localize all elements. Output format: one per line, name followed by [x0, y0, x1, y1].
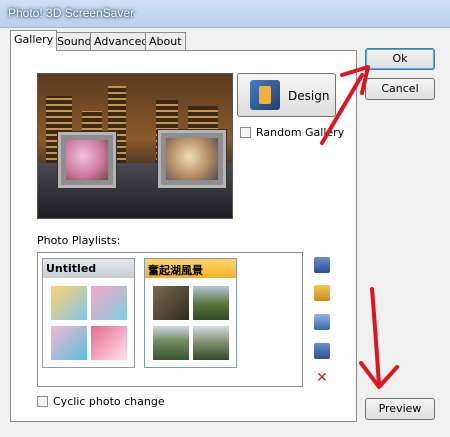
playlist-thumbnail [91, 326, 127, 360]
playlist-thumbnail [193, 326, 229, 360]
playlist-thumbnail [51, 326, 87, 360]
tab-about[interactable]: About [145, 32, 186, 50]
design-icon [250, 80, 280, 110]
cyclic-photo-change-checkbox[interactable] [37, 396, 48, 407]
add-playlist-icon[interactable] [314, 257, 330, 273]
annotation-arrow-to-preview [359, 287, 399, 389]
cyclic-photo-change-label: Cyclic photo change [53, 395, 165, 408]
playlist-item-fenqihu[interactable]: 奮起湖風景 [144, 258, 237, 368]
open-folder-icon[interactable] [314, 285, 330, 301]
playlist-name: Untitled [43, 259, 134, 278]
photo-frame [58, 132, 116, 188]
preview-button[interactable]: Preview [365, 398, 435, 420]
edit-playlist-icon[interactable] [314, 314, 330, 330]
playlist-item-untitled[interactable]: Untitled [42, 258, 135, 368]
cyclic-photo-change-row[interactable]: Cyclic photo change [37, 395, 165, 408]
playlist-settings-icon[interactable] [314, 343, 330, 359]
playlist-thumbnail [153, 286, 189, 320]
playlist-thumbnail [193, 286, 229, 320]
gallery-preview-image [37, 73, 233, 219]
title-bar: Photo! 3D ScreenSaver [0, 0, 450, 28]
annotation-arrow-to-ok [320, 65, 370, 145]
photo-frame [158, 130, 226, 188]
playlist-thumbnail [51, 286, 87, 320]
playlist-list: Untitled 奮起湖風景 [37, 252, 303, 387]
random-gallery-checkbox[interactable] [240, 127, 251, 138]
delete-icon[interactable]: ✕ [314, 370, 330, 386]
playlist-thumbnail [153, 326, 189, 360]
photo-playlists-label: Photo Playlists: [37, 234, 121, 247]
window-title: Photo! 3D ScreenSaver [8, 6, 135, 20]
playlist-name: 奮起湖風景 [145, 259, 236, 278]
playlist-thumbnail [91, 286, 127, 320]
tab-gallery[interactable]: Gallery [10, 30, 58, 51]
tab-advanced[interactable]: Advanced [90, 32, 153, 50]
